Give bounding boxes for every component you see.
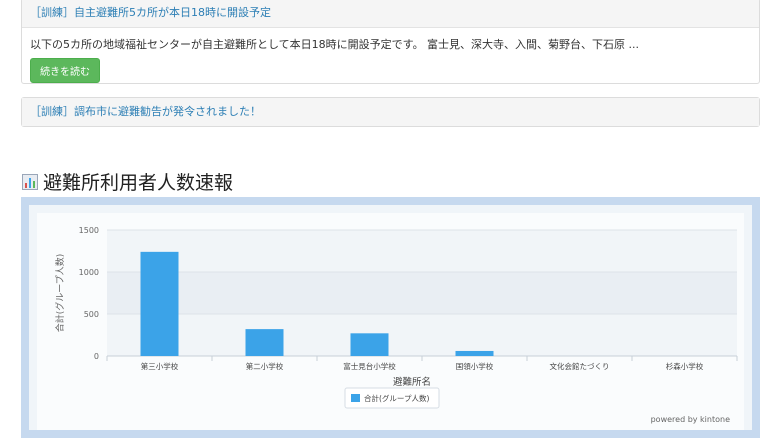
y-tick-label: 500 (84, 310, 99, 319)
x-tick-label: 文化会館たづくり (550, 361, 610, 371)
x-tick-label: 第三小学校 (141, 361, 179, 371)
notice-panel-2: ［訓練］調布市に避難勧告が発令されました！ (21, 97, 760, 127)
y-tick-label: 0 (94, 352, 99, 361)
notice-panel-1: ［訓練］自主避難所5カ所が本日18時に開設予定 以下の5カ所の地域福祉センターが… (21, 0, 760, 84)
grid-band (107, 272, 737, 314)
legend-swatch (351, 394, 360, 402)
chart-container: 0 500 1000 1500 第三小学校 第二小学校 富士見台小学校 国領小学校 文化会館たづ… (29, 205, 752, 430)
bar (140, 251, 179, 356)
notice-body: 以下の5カ所の地域福祉センターが自主避難所として本日18時に開設予定です。 富士… (22, 28, 759, 89)
bar (350, 333, 389, 356)
y-axis-title: 合計(グループ人数) (54, 254, 66, 332)
bar (455, 350, 494, 356)
y-tick-label: 1500 (79, 226, 99, 235)
chart-frame: 0 500 1000 1500 第三小学校 第二小学校 富士見台小学校 国領小学校 文化会館たづ… (21, 197, 760, 438)
bar-chart: 0 500 1000 1500 第三小学校 第二小学校 富士見台小学校 国領小学校 文化会館たづ… (54, 226, 738, 409)
bar (245, 329, 284, 356)
notice-body-text: 以下の5カ所の地域福祉センターが自主避難所として本日18時に開設予定です。 富士… (30, 38, 640, 51)
bar-chart-icon (22, 173, 38, 190)
x-tick-label: 富士見台小学校 (343, 361, 396, 371)
x-tick-label: 杉森小学校 (666, 361, 704, 371)
section-title: 避難所利用者人数速報 (43, 172, 234, 194)
powered-by-footer: powered by kintone (650, 415, 730, 424)
read-more-button[interactable]: 続きを読む (30, 58, 100, 83)
x-axis-title: 避難所名 (393, 376, 431, 388)
legend-label: 合計(グループ人数) (364, 393, 429, 403)
grid-band (107, 230, 737, 272)
y-tick-label: 1000 (79, 268, 99, 277)
chart-area: 0 500 1000 1500 第三小学校 第二小学校 富士見台小学校 国領小学校 文化会館たづ… (37, 213, 744, 430)
grid-band (107, 314, 737, 356)
x-tick-label: 第二小学校 (246, 361, 284, 371)
notice-title-link[interactable]: ［訓練］自主避難所5カ所が本日18時に開設予定 (22, 0, 759, 28)
x-tick-label: 国領小学校 (456, 361, 494, 371)
section-heading: 避難所利用者人数速報 (22, 168, 233, 195)
notice-title-link[interactable]: ［訓練］調布市に避難勧告が発令されました！ (22, 98, 759, 126)
